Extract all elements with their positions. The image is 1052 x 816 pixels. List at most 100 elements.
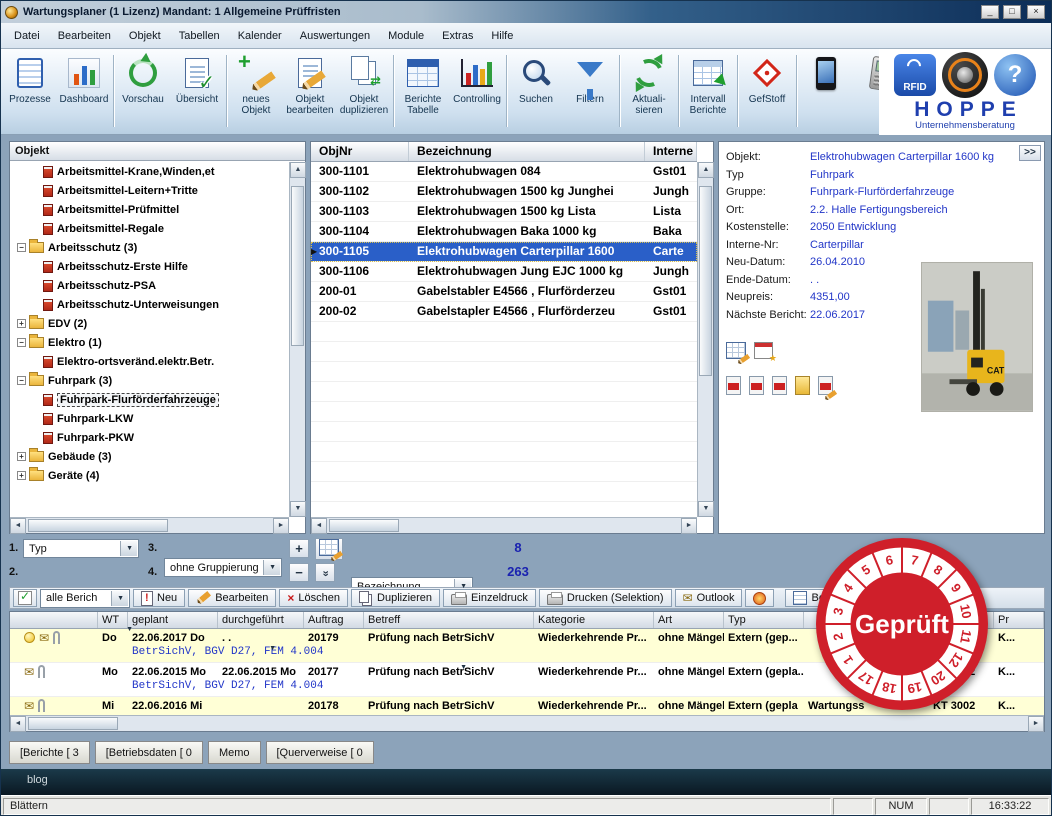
- tree-item[interactable]: Arbeitsmittel-Regale: [11, 219, 289, 238]
- rfid-icon[interactable]: RFID: [894, 54, 936, 96]
- scroll-left-icon[interactable]: ◄: [10, 716, 26, 732]
- duplicate-button[interactable]: Duplizieren: [351, 589, 441, 607]
- menu-objekt[interactable]: Objekt: [120, 26, 170, 46]
- report-column-header[interactable]: Typ: [724, 612, 804, 628]
- toolbar-berichte-tabelle[interactable]: Berichte Tabelle: [396, 51, 450, 116]
- toolbar-filtern[interactable]: Filtern: [563, 51, 617, 105]
- scroll-thumb[interactable]: [291, 186, 304, 346]
- collapse-icon[interactable]: −: [17, 338, 26, 347]
- scroll-thumb[interactable]: [28, 717, 118, 730]
- toolbar-neues-objekt[interactable]: neues Objekt: [229, 49, 283, 116]
- tree-item[interactable]: − Fuhrpark (3): [11, 371, 289, 390]
- report-column-header[interactable]: durchgeführt: [218, 612, 304, 628]
- tree-item[interactable]: Elektro-ortsveränd.elektr.Betr.: [11, 352, 289, 371]
- menu-kalender[interactable]: Kalender: [229, 26, 291, 46]
- object-row[interactable]: 300-1103 Elektrohubwagen 1500 kg Lista Lis…: [311, 202, 697, 222]
- collapse-icon[interactable]: −: [17, 243, 26, 252]
- menu-tabellen[interactable]: Tabellen: [170, 26, 229, 46]
- tab-memo[interactable]: Memo: [207, 741, 261, 764]
- add-filter-button[interactable]: +: [289, 539, 309, 558]
- tab-berichte[interactable]: [Berichte [ 3: [9, 741, 90, 764]
- column-header[interactable]: Bezeichnung: [409, 142, 645, 161]
- expand-icon[interactable]: +: [17, 452, 26, 461]
- grid-check-button[interactable]: [13, 589, 37, 607]
- tree-item[interactable]: − Arbeitsschutz (3): [11, 238, 289, 257]
- object-row[interactable]: ▶ 300-1105 Elektrohubwagen Carterpillar 16…: [311, 242, 697, 262]
- mail-button[interactable]: ✉ Outlook: [674, 589, 743, 607]
- menu-module[interactable]: Module: [379, 26, 433, 46]
- remove-filter-button[interactable]: −: [289, 563, 309, 582]
- pdf-edit-icon[interactable]: [818, 376, 833, 395]
- report-column-header[interactable]: geplant: [128, 612, 218, 628]
- help-icon[interactable]: ?: [994, 54, 1036, 96]
- tree-item[interactable]: + Geräte (4): [11, 466, 289, 485]
- tree-horizontal-scrollbar[interactable]: ◄ ►: [10, 517, 289, 534]
- tree-item[interactable]: Arbeitsschutz-Erste Hilfe: [11, 257, 289, 276]
- toolbar-uebersicht[interactable]: Übersicht: [170, 51, 224, 105]
- object-row[interactable]: 200-02 Gabelstapler E4566 , Flurförderzeu…: [311, 302, 697, 322]
- scroll-thumb[interactable]: [699, 186, 712, 376]
- tree-item[interactable]: − Elektro (1): [11, 333, 289, 352]
- toolbar-suchen[interactable]: Suchen: [509, 51, 563, 105]
- toolbar-vorschau[interactable]: Vorschau: [116, 51, 170, 105]
- tree-item[interactable]: Fuhrpark-LKW: [11, 409, 289, 428]
- object-row[interactable]: 200-01 Gabelstabler E4566 , Flurförderzeu…: [311, 282, 697, 302]
- tree-item[interactable]: Arbeitsmittel-Krane,Winden,et: [11, 162, 289, 181]
- scroll-up-icon[interactable]: ▲: [698, 162, 714, 178]
- close-button[interactable]: ×: [1027, 5, 1045, 19]
- tree-item[interactable]: + EDV (2): [11, 314, 289, 333]
- menu-datei[interactable]: Datei: [5, 26, 49, 46]
- edit-button[interactable]: Bearbeiten: [188, 589, 277, 607]
- object-row[interactable]: 300-1106 Elektrohubwagen Jung EJC 1000 kg…: [311, 262, 697, 282]
- table-horizontal-scrollbar[interactable]: ◄ ►: [311, 517, 697, 534]
- column-header[interactable]: ObjNr: [311, 142, 409, 161]
- report-column-header[interactable]: [10, 612, 98, 628]
- scroll-right-icon[interactable]: ►: [1028, 716, 1044, 732]
- maximize-button[interactable]: □: [1003, 5, 1021, 19]
- tree-item[interactable]: + Gebäude (3): [11, 447, 289, 466]
- scroll-left-icon[interactable]: ◄: [10, 518, 26, 534]
- expand-icon[interactable]: +: [17, 471, 26, 480]
- menu-auswertungen[interactable]: Auswertungen: [291, 26, 379, 46]
- tree-item[interactable]: Fuhrpark-Flurförderfahrzeuge: [11, 390, 289, 409]
- grouping1-combo[interactable]: ohne Gruppierung: [164, 558, 282, 577]
- menu-hilfe[interactable]: Hilfe: [482, 26, 522, 46]
- menu-extras[interactable]: Extras: [433, 26, 482, 46]
- toolbar-dashboard[interactable]: Dashboard: [57, 51, 111, 105]
- pdf-icon[interactable]: [726, 376, 741, 395]
- toolbar-aktualisieren[interactable]: Aktuali- sieren: [622, 51, 676, 116]
- expand-icon[interactable]: +: [17, 319, 26, 328]
- camera-icon[interactable]: [942, 52, 988, 98]
- object-row[interactable]: 300-1102 Elektrohubwagen 1500 kg Junghei J…: [311, 182, 697, 202]
- toolbar-gefstoff[interactable]: GefStoff: [740, 51, 794, 105]
- tree-item[interactable]: Arbeitsschutz-PSA: [11, 276, 289, 295]
- menu-bearbeiten[interactable]: Bearbeiten: [49, 26, 120, 46]
- toolbar-intervall-berichte[interactable]: Intervall Berichte: [681, 51, 735, 116]
- minimize-button[interactable]: _: [981, 5, 999, 19]
- new-doc-button[interactable]: Neu: [133, 589, 186, 607]
- scroll-down-icon[interactable]: ▼: [290, 501, 306, 517]
- toolbar-objekt-duplizieren[interactable]: Objekt duplizieren: [337, 51, 391, 116]
- report-scope-combo[interactable]: alle Berich: [40, 588, 130, 608]
- expand-details-button[interactable]: >>: [1019, 145, 1041, 161]
- scroll-right-icon[interactable]: ►: [681, 518, 697, 534]
- tree-vertical-scrollbar[interactable]: ▲ ▼: [289, 162, 306, 517]
- pdf-icon[interactable]: [772, 376, 787, 395]
- report-column-header[interactable]: Betreff: [364, 612, 534, 628]
- toolbar-objekt-bearbeiten[interactable]: Objekt bearbeiten: [283, 51, 337, 116]
- collapse-icon[interactable]: −: [17, 376, 26, 385]
- scroll-down-icon[interactable]: ▼: [698, 501, 714, 517]
- tree-header[interactable]: Objekt: [10, 142, 305, 161]
- report-column-header[interactable]: Pr: [994, 612, 1044, 628]
- tab-querverweise[interactable]: [Querverweise [ 0: [265, 741, 374, 764]
- report-column-header[interactable]: Auftrag: [304, 612, 364, 628]
- scroll-thumb[interactable]: [28, 519, 168, 532]
- table-vertical-scrollbar[interactable]: ▲ ▼: [697, 162, 714, 517]
- group1-combo[interactable]: Typ: [23, 539, 139, 558]
- report-column-header[interactable]: WT: [98, 612, 128, 628]
- column-header[interactable]: Interne: [645, 142, 697, 161]
- calendar-icon[interactable]: [754, 342, 777, 364]
- toolbar-controlling[interactable]: Controlling: [450, 51, 504, 105]
- object-row[interactable]: 300-1101 Elektrohubwagen 084 Gst01: [311, 162, 697, 182]
- tab-betriebsdaten[interactable]: [Betriebsdaten [ 0: [94, 741, 203, 764]
